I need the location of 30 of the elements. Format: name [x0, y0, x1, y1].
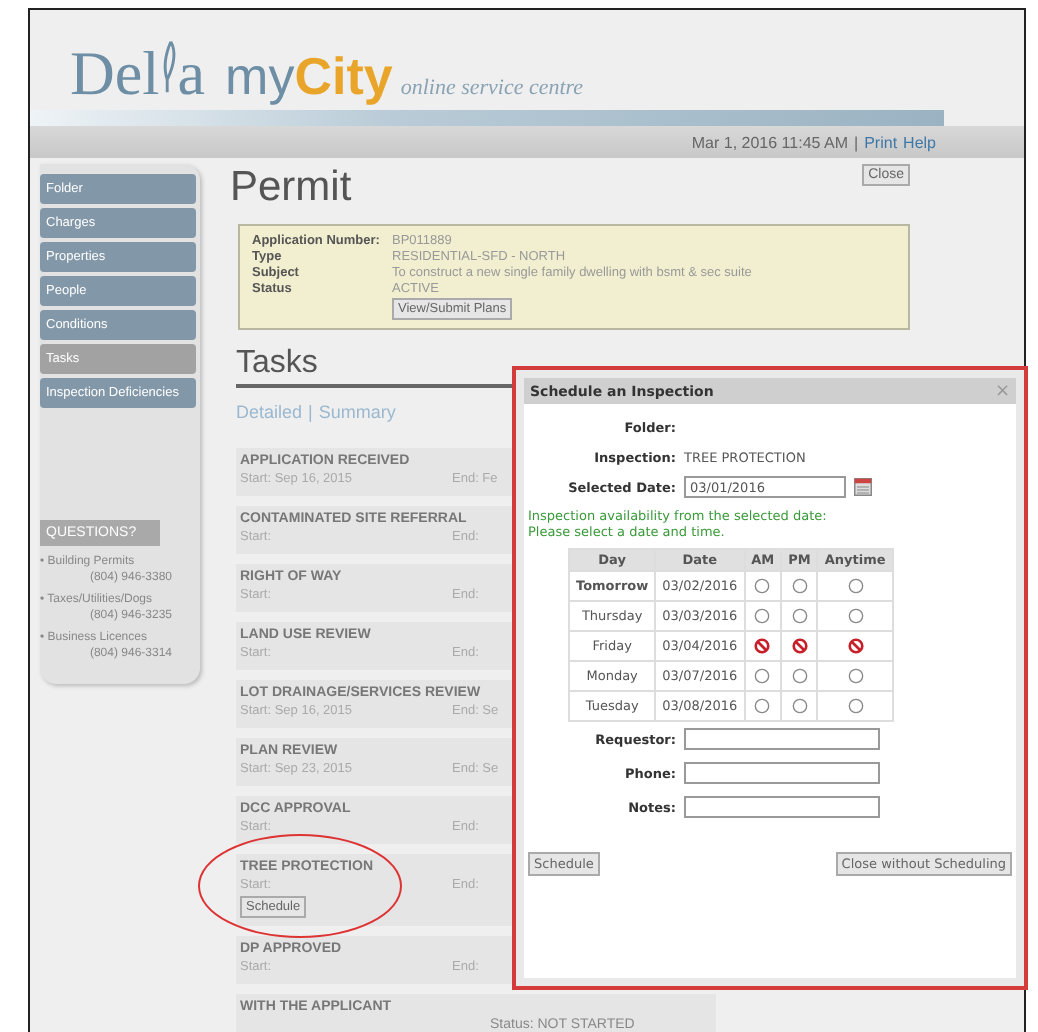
radio-button[interactable]	[754, 608, 771, 624]
radio-button[interactable]	[791, 698, 808, 714]
header-link[interactable]: Help	[903, 133, 936, 151]
separator: |	[308, 402, 313, 422]
logo-tagline: online service centre	[400, 76, 584, 100]
radio-button[interactable]	[847, 698, 864, 714]
radio-button[interactable]	[754, 698, 771, 714]
calendar-icon[interactable]	[854, 478, 872, 496]
radio-button[interactable]	[754, 578, 771, 594]
header-link[interactable]: Print	[864, 133, 898, 151]
radio-button[interactable]	[847, 608, 864, 624]
logo-my: my	[225, 46, 295, 108]
input-field[interactable]	[684, 728, 880, 750]
page-title: Permit	[230, 164, 352, 212]
view-link[interactable]: Detailed	[236, 402, 303, 422]
date-time: Mar 1, 2016 11:45 AM	[691, 133, 849, 151]
separator: |	[854, 133, 859, 151]
radio-button[interactable]	[847, 668, 864, 684]
radio-button[interactable]	[791, 578, 808, 594]
input-field[interactable]	[684, 762, 880, 784]
view-link[interactable]: Summary	[318, 402, 396, 422]
radio-button[interactable]	[791, 668, 808, 684]
radio-button[interactable]	[791, 608, 808, 624]
input-field[interactable]	[684, 796, 880, 818]
close-icon[interactable]: ×	[994, 381, 1010, 401]
radio-button[interactable]	[754, 668, 771, 684]
logo-city: City	[294, 46, 393, 108]
feather-icon	[159, 40, 178, 94]
logo-delta: Del a	[70, 38, 206, 110]
radio-button[interactable]	[847, 578, 864, 594]
